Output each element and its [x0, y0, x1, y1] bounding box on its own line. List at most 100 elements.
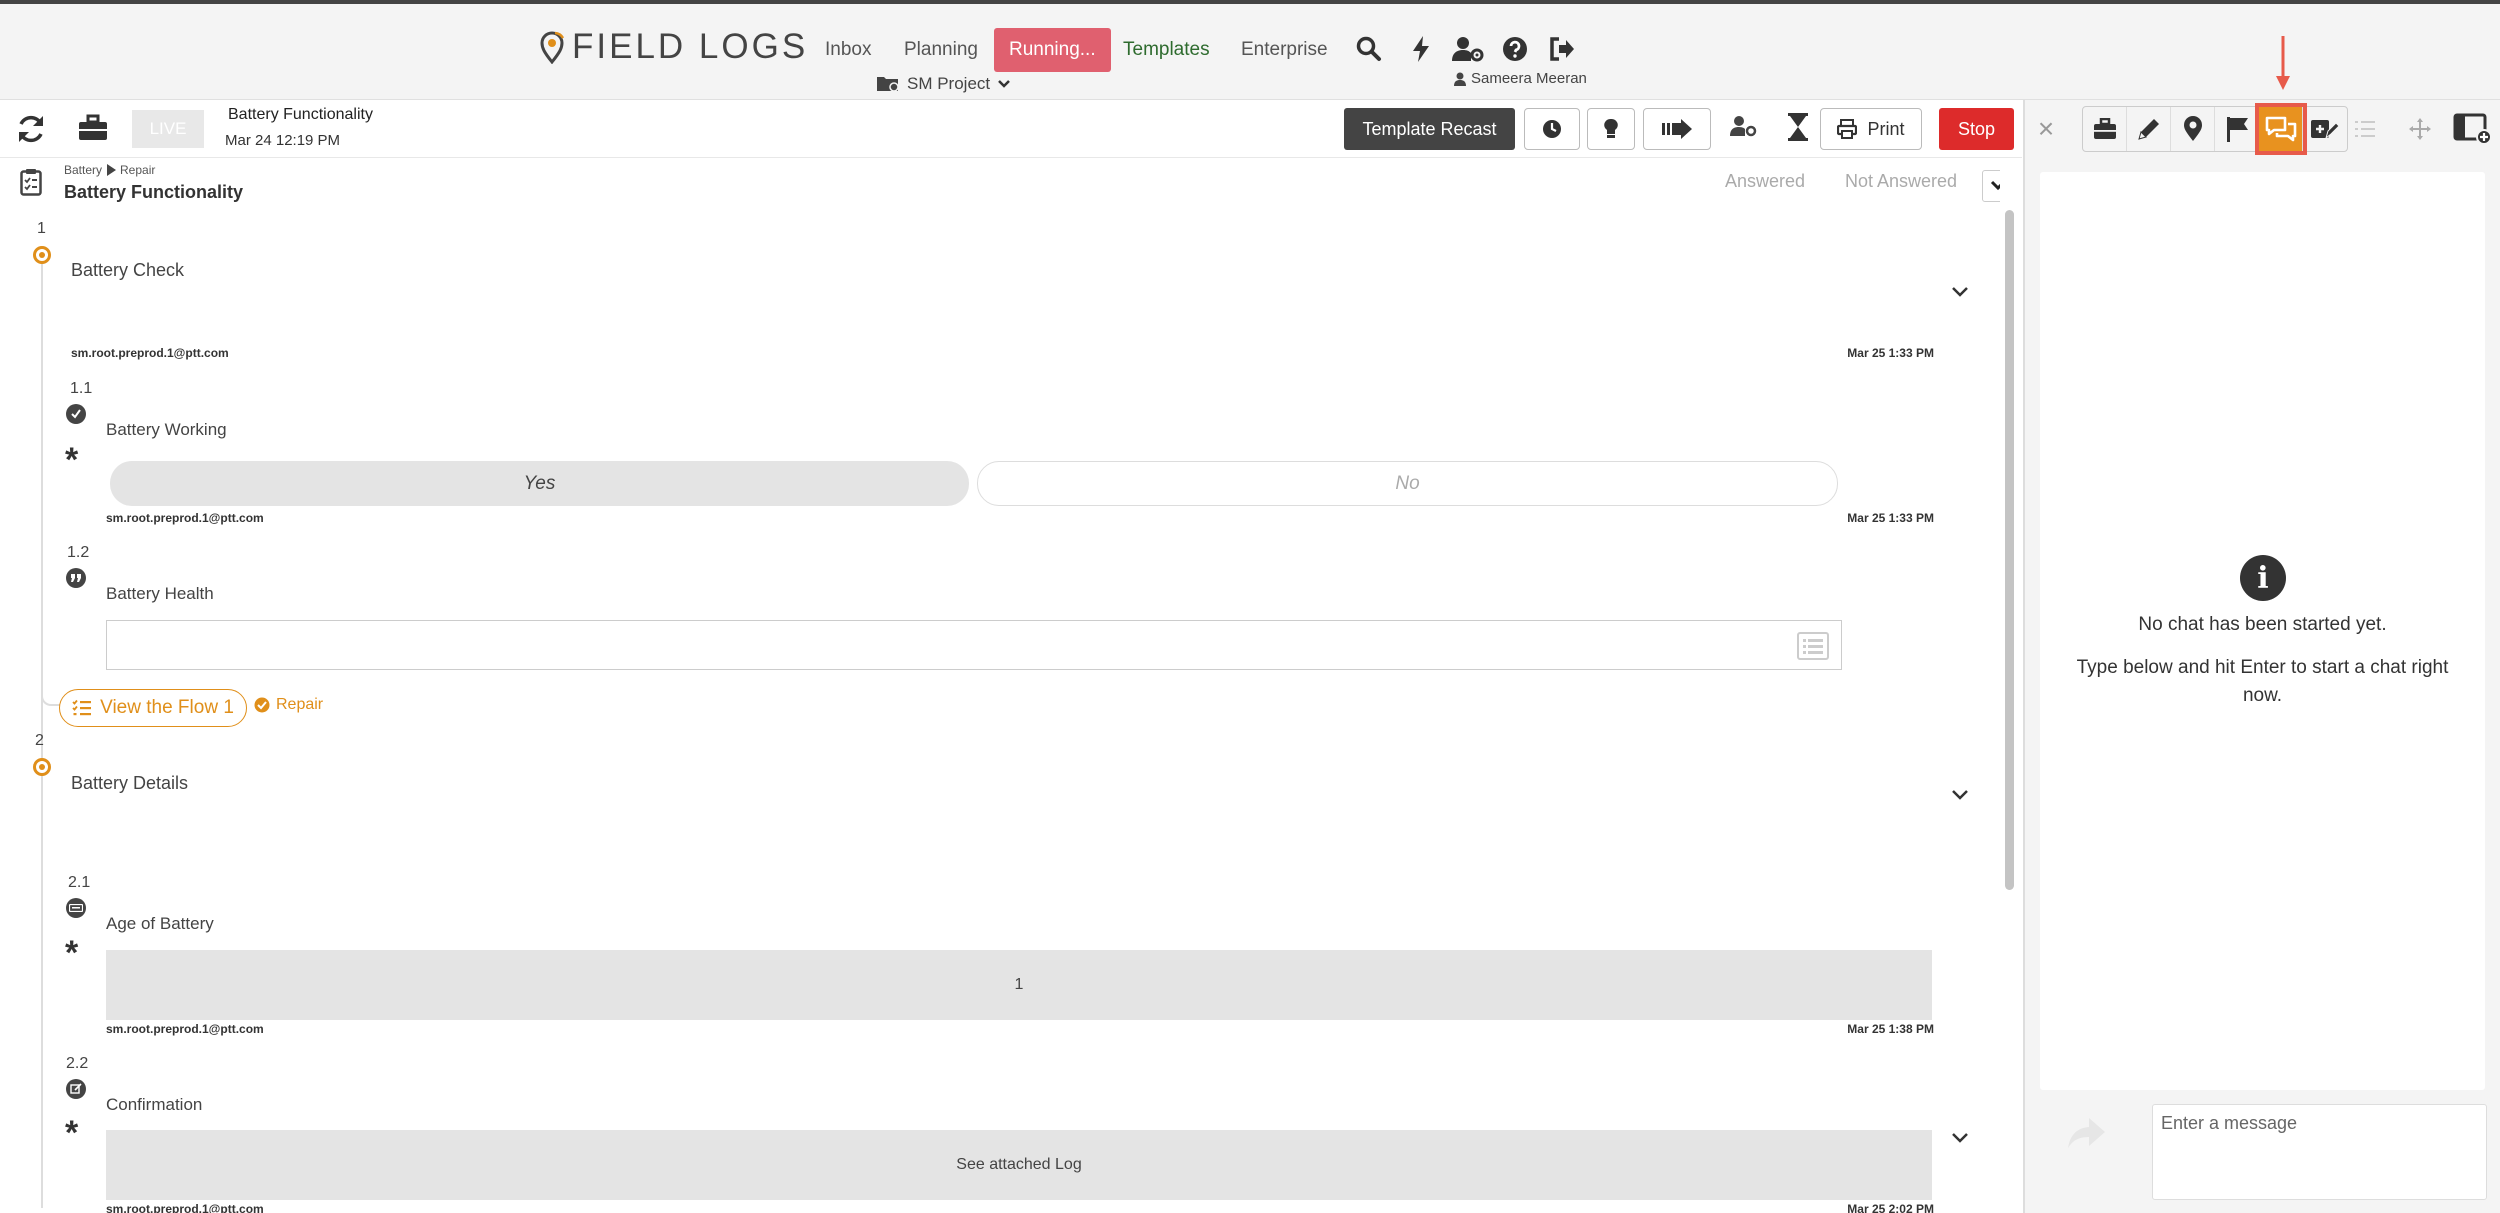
nav-enterprise[interactable]: Enterprise [1241, 28, 1328, 72]
move-icon[interactable] [2405, 114, 2435, 144]
answered-at: Mar 25 1:33 PM [1847, 511, 1934, 525]
flag-icon [2226, 117, 2248, 142]
section-status-dot [33, 246, 51, 264]
map-pin-icon [2183, 116, 2202, 141]
question-title: Battery Health [106, 584, 214, 603]
lightbulb-button[interactable] [1587, 108, 1635, 150]
nav-planning[interactable]: Planning [904, 28, 978, 72]
section-expand-chevron-icon[interactable] [1948, 783, 1972, 807]
lightbulb-icon [1604, 118, 1618, 138]
view-flow-button[interactable]: View the Flow 1 [59, 689, 247, 727]
filter-answered[interactable]: Answered [1725, 171, 1805, 192]
confirmation-value[interactable]: See attached Log [106, 1130, 1932, 1200]
answered-at: Mar 25 1:33 PM [1847, 346, 1934, 360]
section-expand-chevron-icon[interactable] [1948, 280, 1972, 304]
flow-tag[interactable]: Repair [254, 696, 323, 714]
assign-user-icon[interactable] [1729, 114, 1759, 144]
help-icon[interactable] [1498, 32, 1532, 66]
project-name: SM Project [907, 74, 991, 93]
page-title: Battery Functionality [64, 182, 244, 202]
add-note-tab[interactable] [2303, 107, 2347, 151]
answered-at: Mar 25 1:38 PM [1847, 1022, 1934, 1036]
side-panel-toolbar [2082, 103, 2348, 155]
battery-health-input[interactable] [106, 620, 1842, 670]
section-title: Battery Check [71, 260, 185, 280]
logo-pin-icon [540, 31, 565, 64]
answered-by: sm.root.preprod.1@ptt.com [106, 511, 264, 525]
age-of-battery-value[interactable]: 1 [106, 950, 1932, 1020]
location-tab[interactable] [2171, 107, 2215, 151]
briefcase-icon [2093, 118, 2116, 139]
close-icon[interactable]: × [2033, 113, 2059, 144]
answer-no-button[interactable]: No [977, 461, 1838, 506]
logout-icon[interactable] [1545, 32, 1579, 66]
breadcrumb-item[interactable]: Battery [64, 163, 102, 177]
section-title: Battery Details [71, 773, 189, 793]
question-title: Confirmation [106, 1095, 203, 1114]
briefcase-tab[interactable] [2083, 107, 2127, 151]
chat-empty-title: No chat has been started yet. [2138, 614, 2387, 635]
nav-inbox[interactable]: Inbox [825, 28, 871, 72]
section-status-dot [33, 758, 51, 776]
scrollbar-thumb[interactable] [2005, 210, 2014, 890]
template-recast-button[interactable]: Template Recast [1344, 108, 1515, 150]
check-circle-icon [254, 697, 270, 713]
print-label: Print [1867, 118, 1905, 139]
edit-note-icon [2311, 120, 2340, 140]
clock-button[interactable] [1524, 108, 1580, 150]
section-number: 2 [35, 732, 44, 749]
forward-arrow-icon [1662, 119, 1692, 139]
question-number: 2.2 [66, 1055, 89, 1072]
clock-icon [1543, 120, 1561, 138]
breadcrumb-item[interactable]: Repair [120, 163, 155, 177]
answered-by: sm.root.preprod.1@ptt.com [106, 1022, 264, 1036]
forward-button[interactable] [1643, 108, 1711, 150]
print-button[interactable]: Print [1820, 108, 1922, 150]
question-expand-chevron-icon[interactable] [1948, 1126, 1972, 1150]
answered-by: sm.root.preprod.1@ptt.com [71, 346, 229, 360]
answer-yes-button[interactable]: Yes [110, 461, 969, 506]
current-user[interactable]: Sameera Meeran [1454, 70, 1587, 87]
add-panel-icon[interactable] [2453, 113, 2493, 145]
signature-icon [66, 1079, 86, 1099]
user-settings-icon[interactable] [1451, 32, 1485, 66]
list-icon[interactable] [1797, 632, 1829, 660]
top-navigation: FIELD LOGS Inbox Planning Running... Tem… [0, 4, 2500, 100]
field-logs-logo[interactable]: FIELD LOGS [538, 26, 808, 68]
caret-right-icon [107, 164, 117, 176]
question-number: 1.2 [67, 544, 90, 561]
pencil-icon [2137, 119, 2159, 140]
number-input-icon [66, 898, 86, 918]
stop-button[interactable]: Stop [1939, 108, 2014, 150]
answered-at: Mar 25 2:02 PM [1847, 1202, 1934, 1213]
hourglass-icon[interactable] [1787, 112, 1811, 144]
search-icon[interactable] [1352, 32, 1386, 66]
answered-by: sm.root.preprod.1@ptt.com [106, 1202, 264, 1213]
breadcrumb: Battery Repair [64, 163, 155, 177]
checklist-icon [20, 168, 44, 198]
bolt-icon[interactable] [1404, 32, 1438, 66]
log-header: LIVE Battery Functionality Mar 24 12:19 … [0, 100, 2022, 158]
nav-running[interactable]: Running... [994, 28, 1111, 72]
section-number: 1 [37, 220, 46, 237]
flag-tab[interactable] [2215, 107, 2259, 151]
filter-toggle-button[interactable] [1982, 170, 2000, 202]
refresh-icon[interactable] [14, 112, 48, 146]
share-arrow-icon[interactable] [2065, 1110, 2109, 1154]
yes-no-question-icon [66, 404, 86, 424]
log-title: Battery Functionality [228, 106, 373, 123]
chat-empty-hint: Type below and hit Enter to start a chat… [2076, 657, 2449, 706]
list-icon[interactable] [2350, 114, 2380, 144]
view-flow-label: View the Flow 1 [100, 697, 234, 718]
required-asterisk: * [65, 934, 79, 972]
chat-message-input[interactable] [2152, 1104, 2487, 1200]
folder-icon [877, 77, 899, 92]
required-asterisk: * [65, 441, 79, 479]
edit-tab[interactable] [2127, 107, 2171, 151]
chat-tab[interactable] [2255, 103, 2307, 155]
project-selector[interactable]: SM Project [876, 74, 1011, 94]
nav-templates[interactable]: Templates [1123, 28, 1210, 72]
briefcase-icon[interactable] [78, 114, 108, 144]
log-content: Battery Repair Battery Functionality Ans… [0, 158, 2000, 1213]
filter-not-answered[interactable]: Not Answered [1845, 171, 1957, 192]
